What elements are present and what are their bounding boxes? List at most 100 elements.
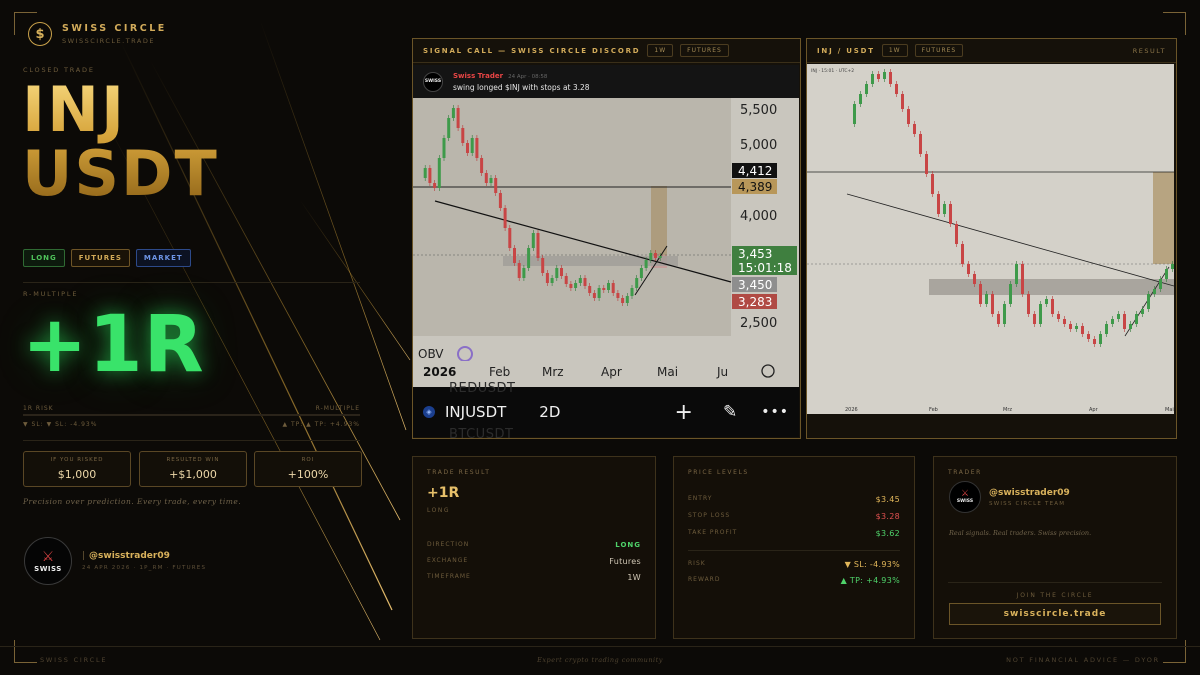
candle xyxy=(588,286,592,293)
candle xyxy=(654,253,657,258)
card-label: TRADE RESULT xyxy=(427,469,491,476)
candle xyxy=(997,314,1000,324)
brand-url: SWISSCIRCLE.TRADE xyxy=(62,37,155,45)
result-row: DIRECTION LONG xyxy=(427,541,641,549)
candle xyxy=(1003,304,1006,324)
trader-handle: | @swisstrader09 xyxy=(82,551,170,561)
candle xyxy=(1111,319,1114,324)
result-panel-header: INJ / USDT 1W FUTURES RESULT xyxy=(807,39,1176,63)
level-row: STOP LOSS $3.28 xyxy=(688,512,900,521)
candle xyxy=(616,293,620,298)
discord-time: 24 Apr · 08:58 xyxy=(508,73,548,80)
risk-labels: 1R RISK R-MULTIPLE xyxy=(23,405,360,412)
chart-timeframe[interactable]: 2D xyxy=(539,403,560,421)
candle xyxy=(428,168,432,183)
r-multiple-value: +1R xyxy=(22,300,205,390)
signal-panel-title: SIGNAL CALL — SWISS CIRCLE DISCORD xyxy=(423,46,641,55)
candle xyxy=(498,193,502,208)
candle xyxy=(1141,309,1144,314)
trader-handle-text: @swisstrader09 xyxy=(89,551,170,561)
tagline: Precision over prediction. Every trade, … xyxy=(23,497,242,506)
y-tick: 5,000 xyxy=(740,138,777,153)
candle xyxy=(625,296,629,303)
candle xyxy=(1027,294,1030,314)
chart-symbol[interactable]: INJUSDT xyxy=(445,403,506,421)
candle xyxy=(919,134,922,154)
more-icon[interactable]: ••• xyxy=(761,404,789,420)
candle xyxy=(451,108,455,118)
pair-name: INJ USDT xyxy=(22,78,219,206)
candle xyxy=(437,158,441,188)
y-tick: 5,500 xyxy=(740,103,777,118)
candle xyxy=(545,273,549,283)
join-link-button[interactable]: swisscircle.trade xyxy=(949,603,1161,625)
ghost-symbol: REDUSDT xyxy=(449,381,516,396)
candle xyxy=(1123,314,1126,329)
candle xyxy=(865,84,868,94)
candle xyxy=(1135,314,1138,324)
candle xyxy=(979,284,982,304)
avatar: ⚔ SWISS xyxy=(949,481,981,513)
x-tick: Ju xyxy=(716,365,728,379)
candle xyxy=(913,124,916,134)
x-tick: 2026 xyxy=(423,365,456,379)
x-tick: Mrz xyxy=(1003,407,1012,413)
market-pill: FUTURES xyxy=(680,44,729,57)
candle xyxy=(433,183,437,188)
candle xyxy=(871,74,874,84)
footer-right: NOT FINANCIAL ADVICE — DYOR xyxy=(1006,656,1160,664)
candle xyxy=(550,278,554,283)
candle xyxy=(961,244,964,264)
result-side: LONG xyxy=(427,507,450,514)
candle xyxy=(602,288,606,290)
x-tick: Mai xyxy=(657,365,678,379)
candle xyxy=(621,298,625,303)
avatar-text: SWISS xyxy=(956,499,974,504)
candle xyxy=(639,268,643,278)
stat-roi: ROI +100% xyxy=(254,451,362,487)
candle xyxy=(470,138,474,153)
pen-icon[interactable]: ✎ xyxy=(723,402,737,422)
plus-icon[interactable]: + xyxy=(675,400,693,425)
candle xyxy=(1105,324,1108,334)
candle xyxy=(967,264,970,274)
candle xyxy=(494,178,498,193)
candle xyxy=(658,256,662,258)
candle xyxy=(1153,289,1156,294)
sl-tp-row: ▼ SL: ▼ SL: -4.93% ▲ TP: ▲ TP: +4.93% xyxy=(23,421,360,428)
stat-value: +100% xyxy=(287,468,329,481)
result-label: RESULT xyxy=(1132,46,1166,55)
candle xyxy=(877,74,880,79)
candle xyxy=(555,268,559,278)
price-levels-card: PRICE LEVELS ENTRY $3.45 STOP LOSS $3.28 T… xyxy=(673,456,915,639)
stat-value: $1,000 xyxy=(57,468,97,481)
tag-futures: FUTURES xyxy=(70,249,130,267)
candle xyxy=(649,253,653,260)
candle xyxy=(442,138,446,158)
candle xyxy=(973,274,976,284)
discord-avatar: SWISS xyxy=(423,71,443,92)
candle xyxy=(423,168,427,178)
candle xyxy=(1039,304,1042,324)
tp-text: ▲ TP: ▲ TP: +4.93% xyxy=(282,421,360,428)
stat-risked: IF YOU RISKED $1,000 xyxy=(23,451,131,487)
level-row: TAKE PROFIT $3.62 xyxy=(688,529,900,538)
crossed-swords-icon: ⚔ xyxy=(960,489,970,499)
trader-quote: Real signals. Real traders. Swiss precis… xyxy=(949,529,1092,537)
tag-long: LONG xyxy=(23,249,65,267)
risk-label: 1R RISK xyxy=(23,405,54,412)
discord-text: swing longed $INJ with stops at 3.28 xyxy=(453,82,590,92)
y-tick: 2,500 xyxy=(740,316,777,331)
tag-market: MARKET xyxy=(135,249,191,267)
avatar-text: SWISS xyxy=(34,564,62,573)
brand-name: SWISS CIRCLE xyxy=(62,23,167,34)
candle xyxy=(985,294,988,304)
candle xyxy=(508,228,512,248)
price-tag: 4,412 xyxy=(738,164,772,178)
candle xyxy=(1033,314,1036,324)
candle xyxy=(1045,299,1048,304)
result-panel-title: INJ / USDT xyxy=(817,46,875,55)
candle xyxy=(513,248,516,263)
candle xyxy=(1093,339,1096,344)
signal-panel-header: SIGNAL CALL — SWISS CIRCLE DISCORD 1W FU… xyxy=(413,39,800,63)
